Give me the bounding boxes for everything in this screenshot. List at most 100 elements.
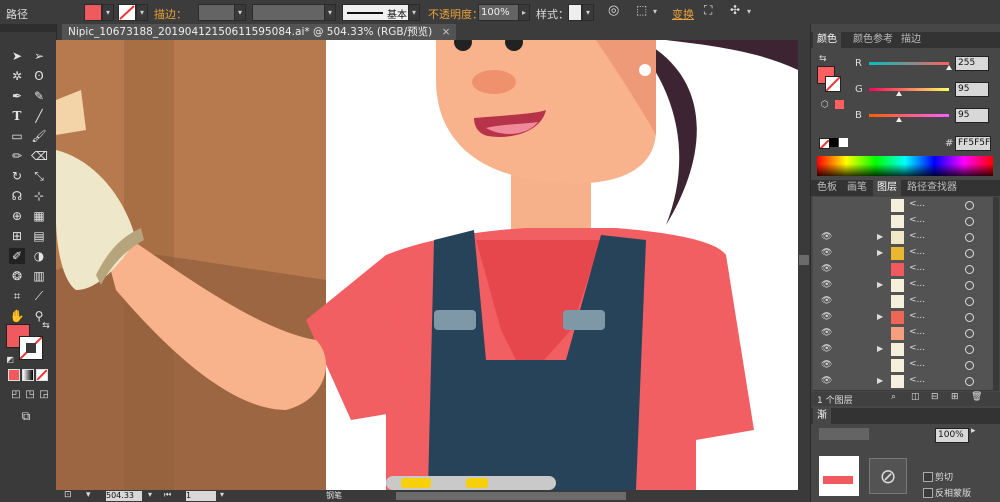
layer-name[interactable]: <... xyxy=(909,311,925,321)
green-slider-thumb[interactable] xyxy=(895,91,902,96)
variable-width-field[interactable] xyxy=(252,4,326,21)
gradient-mode-icon[interactable] xyxy=(22,369,34,381)
align-dropdown[interactable]: ▾ xyxy=(650,4,660,19)
align-icon[interactable]: ⬚ xyxy=(636,3,647,17)
visibility-eye-icon[interactable]: 👁 xyxy=(821,296,832,306)
magic-wand-icon[interactable]: ✲ xyxy=(9,68,25,84)
target-circle-icon[interactable] xyxy=(965,233,974,242)
color-spectrum[interactable] xyxy=(817,156,993,176)
brush-field[interactable]: 基本 xyxy=(342,4,410,21)
invert-mask-checkbox[interactable] xyxy=(923,488,933,498)
layer-name[interactable]: <... xyxy=(909,295,925,305)
target-circle-icon[interactable] xyxy=(965,201,974,210)
rotate-icon[interactable]: ↻ xyxy=(9,168,25,184)
visibility-eye-icon[interactable]: 👁 xyxy=(821,344,832,354)
document-tab[interactable]: Nipic_10673188_20190412150611595084.ai* … xyxy=(62,24,457,40)
draw-inside-icon[interactable]: ◲ xyxy=(36,387,52,403)
brush-dropdown[interactable]: ▾ xyxy=(408,4,420,21)
visibility-eye-icon[interactable]: 👁 xyxy=(821,264,832,274)
black-color-icon[interactable] xyxy=(829,138,838,147)
free-transform-icon[interactable]: ⊹ xyxy=(31,188,47,204)
paintbrush-icon[interactable]: 🖌 xyxy=(31,128,47,144)
delete-layer-icon[interactable]: 🗑 xyxy=(971,392,982,402)
expand-triangle-icon[interactable]: ▶ xyxy=(877,344,883,353)
screen-mode-icon[interactable]: ⧉ xyxy=(18,408,34,424)
expand-triangle-icon[interactable]: ▶ xyxy=(877,248,883,257)
arrange-icon[interactable]: ✣ xyxy=(730,3,740,17)
target-circle-icon[interactable] xyxy=(965,249,974,258)
expand-triangle-icon[interactable]: ▶ xyxy=(877,232,883,241)
layer-name[interactable]: <... xyxy=(909,327,925,337)
symbol-sprayer-icon[interactable]: ❂ xyxy=(9,268,25,284)
first-page-icon[interactable]: ⏮ xyxy=(164,490,171,500)
line-icon[interactable]: ╱ xyxy=(31,108,47,124)
style-swatch[interactable] xyxy=(568,4,582,21)
target-circle-icon[interactable] xyxy=(965,377,974,386)
visibility-eye-icon[interactable]: 👁 xyxy=(821,312,832,322)
zoom-dropdown-icon[interactable]: ▾ xyxy=(86,490,91,500)
red-value[interactable]: 255 xyxy=(955,56,989,71)
opacity-dropdown-icon[interactable]: ▸ xyxy=(971,426,976,436)
hand-icon[interactable]: ✋ xyxy=(9,308,25,324)
mask-no-entry-icon[interactable]: ⊘ xyxy=(869,458,907,494)
target-circle-icon[interactable] xyxy=(965,313,974,322)
layer-name[interactable]: <... xyxy=(909,231,925,241)
slice-icon[interactable]: ⟋ xyxy=(31,288,47,304)
opacity-label[interactable]: 不透明度： xyxy=(428,6,483,22)
gradient-icon[interactable]: ▤ xyxy=(31,228,47,244)
isolate-icon[interactable]: ⛶ xyxy=(704,3,712,18)
target-circle-icon[interactable] xyxy=(965,361,974,370)
target-circle-icon[interactable] xyxy=(965,217,974,226)
white-color-icon[interactable] xyxy=(839,138,848,147)
layer-name[interactable]: <... xyxy=(909,359,925,369)
new-layer-icon[interactable]: ⊞ xyxy=(951,392,959,402)
shape-builder-icon[interactable]: ⊕ xyxy=(9,208,25,224)
clip-checkbox[interactable] xyxy=(923,472,933,482)
expand-triangle-icon[interactable]: ▶ xyxy=(877,280,883,289)
none-mode-icon[interactable] xyxy=(36,369,48,381)
fill-dropdown[interactable]: ▾ xyxy=(102,4,114,21)
column-graph-icon[interactable]: ▥ xyxy=(31,268,47,284)
stroke-weight-dropdown[interactable]: ▾ xyxy=(234,4,246,21)
tab-pathfinder[interactable]: 路径查找器 xyxy=(903,180,961,196)
blend-mode-field[interactable] xyxy=(819,428,869,440)
blue-value[interactable]: 95 xyxy=(955,108,989,123)
type-icon[interactable]: T xyxy=(9,108,25,124)
layer-name[interactable]: <... xyxy=(909,343,925,353)
visibility-eye-icon[interactable]: 👁 xyxy=(821,376,832,386)
layer-row[interactable]: 👁 ▶ <... xyxy=(813,373,993,391)
fit-icon[interactable]: ⊡ xyxy=(64,490,72,500)
new-sublayer-icon[interactable]: ⊟ xyxy=(931,392,939,402)
style-dropdown[interactable]: ▾ xyxy=(582,4,594,21)
color-mode-icon[interactable] xyxy=(8,369,20,381)
pencil-icon[interactable]: ✏ xyxy=(9,148,25,164)
out-of-gamut-icon[interactable]: ⬡ xyxy=(821,100,829,110)
layer-name[interactable]: <... xyxy=(909,215,925,225)
layer-name[interactable]: <... xyxy=(909,247,925,257)
rectangle-icon[interactable]: ▭ xyxy=(9,128,25,144)
opacity-dropdown[interactable]: ▸ xyxy=(518,4,530,21)
mesh-icon[interactable]: ⊞ xyxy=(9,228,25,244)
direct-selection-icon[interactable]: ➢ xyxy=(31,48,47,64)
stroke-swatch[interactable] xyxy=(19,336,43,360)
layer-name[interactable]: <... xyxy=(909,263,925,273)
arrange-dropdown[interactable]: ▾ xyxy=(744,4,754,19)
target-circle-icon[interactable] xyxy=(965,281,974,290)
red-slider-thumb[interactable] xyxy=(946,65,952,70)
blue-slider-thumb[interactable] xyxy=(895,117,902,122)
artboard-canvas[interactable] xyxy=(56,40,798,490)
tab-brushes[interactable]: 画笔 xyxy=(843,180,871,196)
lasso-icon[interactable]: ʘ xyxy=(31,68,47,84)
current-stroke-swatch[interactable] xyxy=(825,76,841,92)
horizontal-scroll-thumb[interactable] xyxy=(396,492,626,500)
stroke-dropdown[interactable]: ▾ xyxy=(136,4,148,21)
transform-link[interactable]: 变换 xyxy=(672,6,694,22)
opacity-field[interactable]: 100% xyxy=(478,4,520,21)
perspective-grid-icon[interactable]: ▦ xyxy=(31,208,47,224)
blue-slider-track[interactable] xyxy=(869,114,949,117)
layers-scrollbar[interactable] xyxy=(993,197,999,391)
artboard-icon[interactable]: ⌗ xyxy=(9,288,25,304)
object-thumbnail[interactable] xyxy=(819,456,859,496)
eraser-icon[interactable]: ⌫ xyxy=(31,148,48,164)
green-slider-track[interactable] xyxy=(869,88,949,91)
